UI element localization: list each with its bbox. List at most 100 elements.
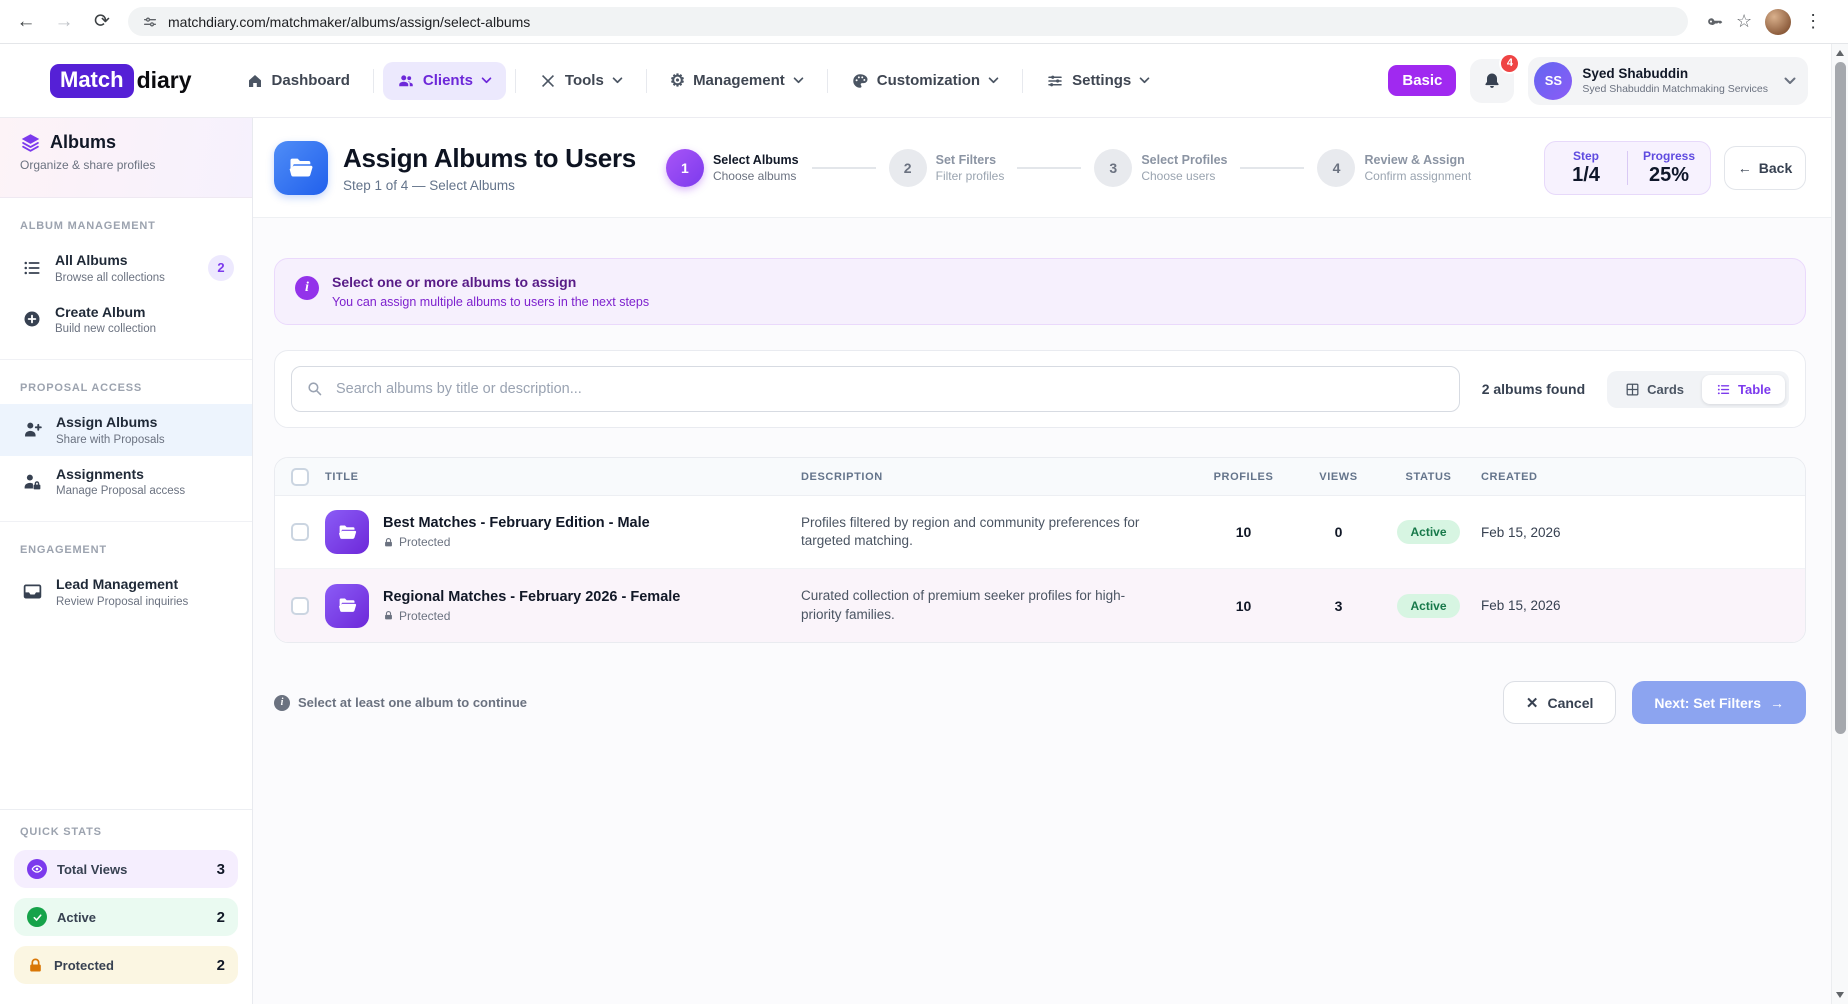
sidebar-item-assignments[interactable]: Assignments Manage Proposal access [0, 456, 252, 508]
album-description: Curated collection of premium seeker pro… [801, 587, 1186, 623]
top-navigation: Match diary Dashboard Clients Tools ⚙ Ma… [0, 44, 1848, 118]
album-folder-icon [325, 510, 369, 554]
info-icon: i [295, 276, 319, 300]
site-settings-icon[interactable] [142, 14, 158, 30]
album-folder-icon [325, 584, 369, 628]
browser-back-icon[interactable]: ← [14, 11, 38, 33]
sidebar-title: Albums [50, 132, 116, 153]
bell-icon [1482, 71, 1502, 91]
col-views: VIEWS [1301, 471, 1376, 483]
quick-stats: QUICK STATS Total Views 3 Active 2 Prote… [0, 809, 252, 1004]
tools-icon [539, 72, 557, 90]
nav-dashboard-label: Dashboard [272, 72, 350, 89]
nav-divider [827, 69, 828, 93]
step-number: 4 [1317, 149, 1355, 187]
grid-icon [1625, 382, 1640, 397]
nav-clients[interactable]: Clients [383, 62, 506, 100]
scroll-up-icon[interactable] [1836, 50, 1844, 56]
browser-menu-icon[interactable]: ⋮ [1804, 11, 1822, 32]
browser-reload-icon[interactable]: ⟳ [90, 10, 114, 33]
stat-label: Total Views [57, 862, 127, 877]
stat-label: Active [57, 910, 96, 925]
browser-profile-avatar[interactable] [1765, 9, 1791, 35]
notifications-button[interactable]: 4 [1470, 59, 1514, 103]
hint-text: Select at least one album to continue [298, 695, 527, 710]
url-text[interactable]: matchdiary.com/matchmaker/albums/assign/… [168, 14, 530, 30]
cancel-button[interactable]: ✕ Cancel [1503, 681, 1617, 724]
search-input[interactable] [291, 366, 1460, 412]
stat-protected: Protected 2 [14, 946, 238, 984]
sidebar-item-assign-albums[interactable]: Assign Albums Share with Proposals [0, 404, 252, 456]
step-progress-box: Step 1/4 Progress 25% [1544, 141, 1711, 195]
user-org: Syed Shabuddin Matchmaking Services [1582, 83, 1768, 95]
results-count: 2 albums found [1482, 381, 1585, 397]
sidebar-header: Albums Organize & share profiles [0, 118, 252, 198]
step-subtitle: Choose albums [713, 169, 799, 183]
sidebar-item-all-albums[interactable]: All Albums Browse all collections 2 [0, 242, 252, 294]
stat-value: 2 [217, 909, 225, 926]
plan-badge[interactable]: Basic [1388, 65, 1456, 96]
step-title: Review & Assign [1364, 152, 1471, 168]
app-logo[interactable]: Match diary [50, 64, 192, 98]
view-toggle: Cards Table [1607, 371, 1789, 408]
notification-count-badge: 4 [1499, 53, 1520, 74]
row-checkbox[interactable] [291, 597, 309, 615]
page-scrollbar[interactable] [1831, 44, 1848, 1004]
scrollbar-thumb[interactable] [1835, 62, 1846, 734]
section-engagement: ENGAGEMENT Lead Management Review Propos… [0, 522, 252, 809]
col-created: CREATED [1481, 471, 1805, 483]
protected-label: Protected [399, 535, 450, 549]
browser-chrome: ← → ⟳ matchdiary.com/matchmaker/albums/a… [0, 0, 1848, 44]
item-title: Lead Management [56, 576, 188, 594]
info-icon: i [274, 695, 290, 711]
page-title: Assign Albums to Users [343, 143, 636, 174]
table-view-button[interactable]: Table [1702, 375, 1785, 404]
progress-value: 25% [1628, 164, 1710, 187]
sidebar-item-lead-management[interactable]: Lead Management Review Proposal inquirie… [0, 566, 252, 618]
nav-settings[interactable]: Settings [1032, 62, 1164, 100]
browser-forward-icon[interactable]: → [52, 11, 76, 33]
item-title: Create Album [55, 304, 156, 322]
stat-total-views: Total Views 3 [14, 850, 238, 888]
table-row[interactable]: Best Matches - February Edition - Male P… [275, 496, 1805, 569]
scroll-down-icon[interactable] [1836, 992, 1844, 998]
address-bar[interactable]: matchdiary.com/matchmaker/albums/assign/… [128, 7, 1688, 36]
nav-dashboard[interactable]: Dashboard [232, 62, 364, 100]
search-icon [306, 380, 323, 397]
user-menu[interactable]: SS Syed Shabuddin Syed Shabuddin Matchma… [1528, 57, 1808, 105]
back-button[interactable]: ← Back [1724, 146, 1806, 190]
password-key-icon[interactable] [1706, 13, 1723, 30]
nav-tools[interactable]: Tools [525, 62, 637, 100]
nav-management[interactable]: ⚙ Management [656, 62, 818, 99]
list-icon [22, 258, 42, 278]
nav-customization[interactable]: Customization [837, 62, 1013, 100]
logo-diary: diary [137, 67, 192, 94]
stepper: 1 Select Albums Choose albums 2 Set Filt… [666, 149, 1471, 187]
next-set-filters-button[interactable]: Next: Set Filters → [1632, 681, 1806, 724]
bookmark-star-icon[interactable]: ☆ [1736, 11, 1752, 32]
page-subtitle: Step 1 of 4 — Select Albums [343, 178, 636, 193]
step-number: 2 [889, 149, 927, 187]
chevron-down-icon [1784, 77, 1796, 85]
layers-icon [20, 132, 41, 153]
section-label: ENGAGEMENT [0, 544, 252, 556]
step-2-set-filters: 2 Set Filters Filter profiles [889, 149, 1005, 187]
col-description: DESCRIPTION [801, 471, 1186, 483]
item-title: All Albums [55, 252, 165, 270]
step-number: 1 [666, 149, 704, 187]
cards-view-button[interactable]: Cards [1611, 375, 1698, 404]
main-content: Assign Albums to Users Step 1 of 4 — Sel… [253, 118, 1848, 1004]
table-row[interactable]: Regional Matches - February 2026 - Femal… [275, 569, 1805, 642]
stat-label: Protected [54, 958, 114, 973]
sidebar-item-create-album[interactable]: Create Album Build new collection [0, 294, 252, 346]
banner-title: Select one or more albums to assign [332, 274, 649, 290]
sliders-icon [1046, 72, 1064, 90]
plus-circle-icon [22, 309, 42, 329]
inbox-icon [22, 581, 43, 602]
row-checkbox[interactable] [291, 523, 309, 541]
step-value: 1/4 [1545, 164, 1627, 187]
nav-divider [646, 69, 647, 93]
select-all-checkbox[interactable] [291, 468, 309, 486]
created-date: Feb 15, 2026 [1481, 598, 1805, 613]
status-badge: Active [1397, 594, 1459, 618]
